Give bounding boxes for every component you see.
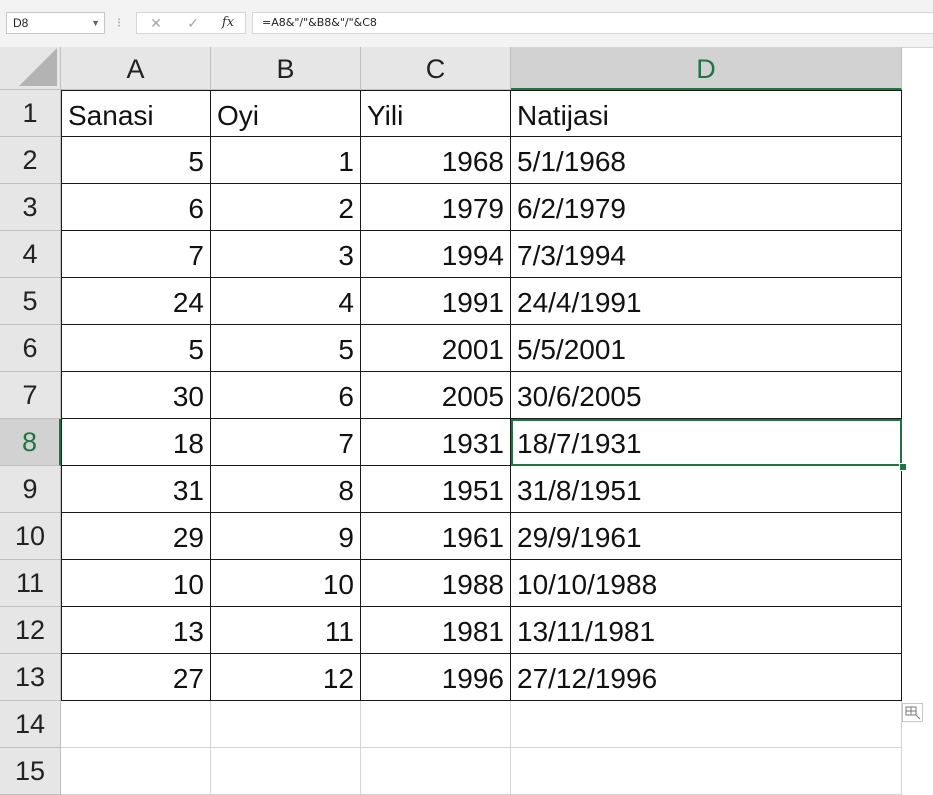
cell-b13[interactable]: 12 [211, 654, 361, 701]
cell-a1[interactable]: Sanasi [61, 90, 211, 137]
cell-c11[interactable]: 1988 [361, 560, 511, 607]
cell-b2[interactable]: 1 [211, 137, 361, 184]
cell-d10[interactable]: 29/9/1961 [511, 513, 902, 560]
cell-b15[interactable] [211, 748, 361, 795]
row-header-4[interactable]: 4 [0, 231, 61, 278]
row-header-12[interactable]: 12 [0, 607, 61, 654]
cell-a11[interactable]: 10 [61, 560, 211, 607]
cell-d13[interactable]: 27/12/1996 [511, 654, 902, 701]
cell-a12[interactable]: 13 [61, 607, 211, 654]
cell-d6[interactable]: 5/5/2001 [511, 325, 902, 372]
cell-b10[interactable]: 9 [211, 513, 361, 560]
select-all-triangle-icon [19, 48, 57, 86]
cell-c12[interactable]: 1981 [361, 607, 511, 654]
row-header-7[interactable]: 7 [0, 372, 61, 419]
row-header-6[interactable]: 6 [0, 325, 61, 372]
cell-b5[interactable]: 4 [211, 278, 361, 325]
cell-b7[interactable]: 6 [211, 372, 361, 419]
column-header-c[interactable]: C [361, 47, 511, 90]
row-header-3[interactable]: 3 [0, 184, 61, 231]
row-header-13[interactable]: 13 [0, 654, 61, 701]
cell-c1[interactable]: Yili [361, 90, 511, 137]
enter-icon[interactable]: ✓ [178, 13, 208, 33]
name-box[interactable]: D8 ▼ [6, 12, 105, 34]
row-header-10[interactable]: 10 [0, 513, 61, 560]
fill-handle[interactable] [899, 463, 907, 471]
column-header-a[interactable]: A [61, 47, 211, 90]
select-all-button[interactable] [0, 47, 61, 90]
formula-bar: D8 ▼ ⁝ ✕ ✓ fx =A8&"/"&B8&"/"&C8 [0, 0, 933, 48]
row-header-8[interactable]: 8 [0, 419, 61, 466]
cell-d12[interactable]: 13/11/1981 [511, 607, 902, 654]
cell-b12[interactable]: 11 [211, 607, 361, 654]
cell-c7[interactable]: 2005 [361, 372, 511, 419]
insert-function-icon[interactable]: fx [213, 13, 243, 33]
cell-a2[interactable]: 5 [61, 137, 211, 184]
cell-a10[interactable]: 29 [61, 513, 211, 560]
cell-b3[interactable]: 2 [211, 184, 361, 231]
cell-d1[interactable]: Natijasi [511, 90, 902, 137]
cell-a7[interactable]: 30 [61, 372, 211, 419]
formula-input[interactable]: =A8&"/"&B8&"/"&C8 [252, 12, 933, 34]
cell-d9[interactable]: 31/8/1951 [511, 466, 902, 513]
cell-b9[interactable]: 8 [211, 466, 361, 513]
cell-b11[interactable]: 10 [211, 560, 361, 607]
column-header-b[interactable]: B [211, 47, 361, 90]
row-header-14[interactable]: 14 [0, 701, 61, 748]
row-header-2[interactable]: 2 [0, 137, 61, 184]
cell-c8[interactable]: 1931 [361, 419, 511, 466]
cell-b6[interactable]: 5 [211, 325, 361, 372]
cell-c10[interactable]: 1961 [361, 513, 511, 560]
cell-c14[interactable] [361, 701, 511, 748]
row-header-11[interactable]: 11 [0, 560, 61, 607]
cell-b14[interactable] [211, 701, 361, 748]
cell-d7[interactable]: 30/6/2005 [511, 372, 902, 419]
cell-a14[interactable] [61, 701, 211, 748]
cell-a15[interactable] [61, 748, 211, 795]
row-header-1[interactable]: 1 [0, 90, 61, 137]
cell-c15[interactable] [361, 748, 511, 795]
cell-a4[interactable]: 7 [61, 231, 211, 278]
cell-a6[interactable]: 5 [61, 325, 211, 372]
cell-a9[interactable]: 31 [61, 466, 211, 513]
cell-d15[interactable] [511, 748, 902, 795]
formula-buttons: ✕ ✓ fx [136, 12, 246, 34]
cell-b4[interactable]: 3 [211, 231, 361, 278]
quick-analysis-icon[interactable] [902, 703, 923, 722]
cell-c6[interactable]: 2001 [361, 325, 511, 372]
cell-d14[interactable] [511, 701, 902, 748]
cell-c2[interactable]: 1968 [361, 137, 511, 184]
name-box-value: D8 [13, 16, 29, 30]
cell-b8[interactable]: 7 [211, 419, 361, 466]
chevron-down-icon[interactable]: ▼ [91, 13, 100, 33]
cell-d8[interactable]: 18/7/1931 [511, 419, 902, 466]
cell-d11[interactable]: 10/10/1988 [511, 560, 902, 607]
cell-d3[interactable]: 6/2/1979 [511, 184, 902, 231]
cell-a5[interactable]: 24 [61, 278, 211, 325]
cancel-icon[interactable]: ✕ [141, 13, 171, 33]
cell-d5[interactable]: 24/4/1991 [511, 278, 902, 325]
cell-d2[interactable]: 5/1/1968 [511, 137, 902, 184]
row-header-5[interactable]: 5 [0, 278, 61, 325]
column-header-d[interactable]: D [511, 47, 902, 90]
cell-a3[interactable]: 6 [61, 184, 211, 231]
formula-bar-grip-icon: ⁝ [117, 15, 122, 30]
row-header-15[interactable]: 15 [0, 748, 61, 795]
cell-c5[interactable]: 1991 [361, 278, 511, 325]
cell-d4[interactable]: 7/3/1994 [511, 231, 902, 278]
cell-a13[interactable]: 27 [61, 654, 211, 701]
cell-a8[interactable]: 18 [61, 419, 211, 466]
row-header-9[interactable]: 9 [0, 466, 61, 513]
cell-b1[interactable]: Oyi [211, 90, 361, 137]
cell-c3[interactable]: 1979 [361, 184, 511, 231]
cell-c4[interactable]: 1994 [361, 231, 511, 278]
cell-c13[interactable]: 1996 [361, 654, 511, 701]
cell-c9[interactable]: 1951 [361, 466, 511, 513]
